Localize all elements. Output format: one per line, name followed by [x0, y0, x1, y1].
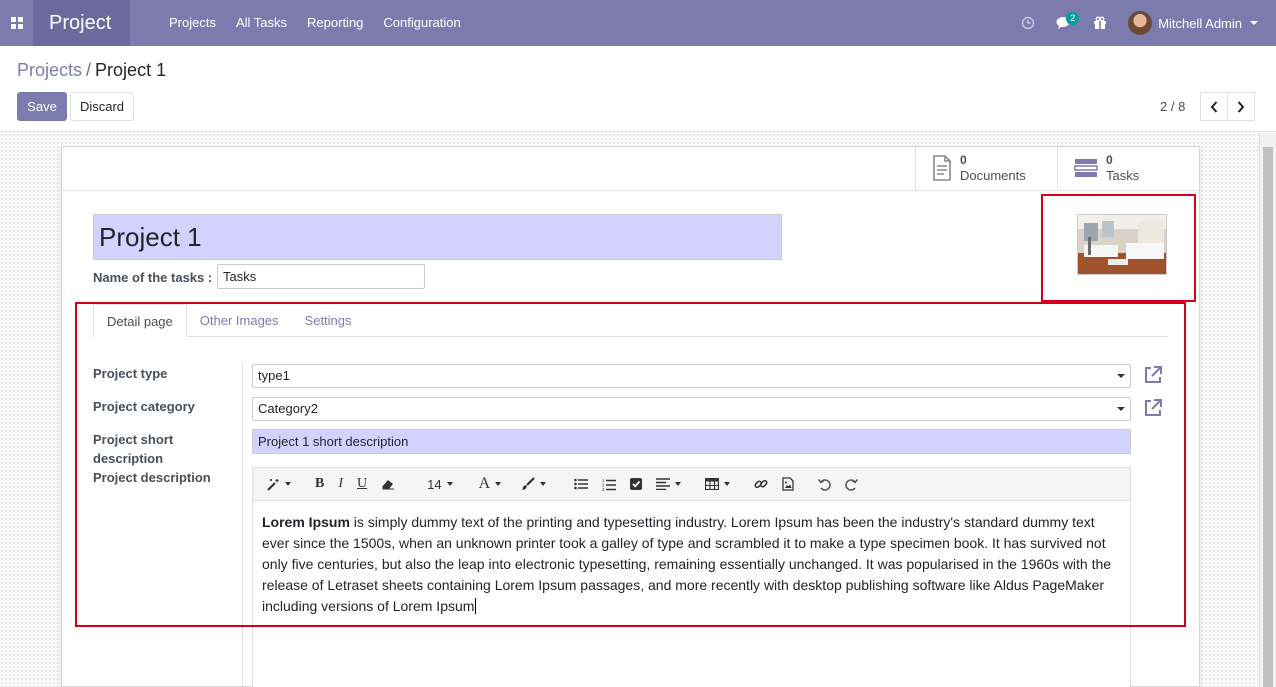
tasks-name-input[interactable]: Tasks	[217, 264, 425, 289]
tasks-icon	[1074, 159, 1098, 177]
menu-item-configuration[interactable]: Configuration	[373, 0, 470, 46]
control-panel: Projects / Project 1 Save Discard 2 / 8	[0, 46, 1276, 132]
tasks-label: Tasks	[1106, 168, 1140, 183]
breadcrumb-current: Project 1	[95, 60, 167, 80]
chevron-right-icon	[1237, 100, 1245, 113]
menu-item-all-tasks[interactable]: All Tasks	[226, 0, 297, 46]
discard-button[interactable]: Discard	[70, 92, 134, 121]
document-icon	[933, 155, 951, 181]
tab-content-highlight-box	[75, 302, 1186, 627]
tasks-name-label: Name of the tasks :	[93, 270, 213, 285]
vertical-scrollbar[interactable]	[1259, 133, 1276, 687]
pager-value[interactable]: 2 / 8	[1160, 99, 1185, 114]
documents-count: 0	[960, 153, 967, 167]
chevron-left-icon	[1210, 100, 1218, 113]
chevron-down-icon	[1250, 21, 1258, 25]
documents-label: Documents	[960, 168, 1026, 183]
user-menu[interactable]: Mitchell Admin	[1118, 11, 1276, 35]
sheet-divider	[62, 190, 1199, 191]
messages-icon[interactable]: 2	[1046, 0, 1082, 46]
user-name: Mitchell Admin	[1158, 15, 1242, 31]
breadcrumb-separator: /	[86, 60, 92, 80]
smart-button-box: 0 Documents 0 Tasks	[915, 147, 1200, 191]
top-navbar: Project Projects All Tasks Reporting Con…	[0, 0, 1276, 46]
project-name-input[interactable]: Project 1	[93, 214, 782, 260]
gift-icon[interactable]	[1082, 0, 1118, 46]
image-highlight-box	[1041, 194, 1196, 302]
pager-next-button[interactable]	[1227, 92, 1255, 121]
apps-menu-icon[interactable]	[0, 0, 33, 46]
menu-item-reporting[interactable]: Reporting	[297, 0, 373, 46]
clock-icon[interactable]	[1010, 0, 1046, 46]
avatar	[1128, 11, 1153, 35]
app-brand[interactable]: Project	[33, 0, 130, 46]
menu-item-projects[interactable]: Projects	[159, 0, 226, 46]
save-button[interactable]: Save	[17, 92, 67, 121]
tasks-smart-button[interactable]: 0 Tasks	[1058, 147, 1200, 189]
breadcrumb-projects-link[interactable]: Projects	[17, 60, 82, 80]
systray: 2 Mitchell Admin	[1010, 0, 1276, 46]
pager-previous-button[interactable]	[1200, 92, 1228, 121]
documents-smart-button[interactable]: 0 Documents	[916, 147, 1058, 189]
message-count-badge: 2	[1066, 12, 1080, 25]
scrollbar-thumb[interactable]	[1263, 147, 1273, 687]
tasks-count: 0	[1106, 153, 1113, 167]
breadcrumb: Projects / Project 1	[17, 60, 166, 81]
main-menu: Projects All Tasks Reporting Configurati…	[159, 0, 471, 46]
